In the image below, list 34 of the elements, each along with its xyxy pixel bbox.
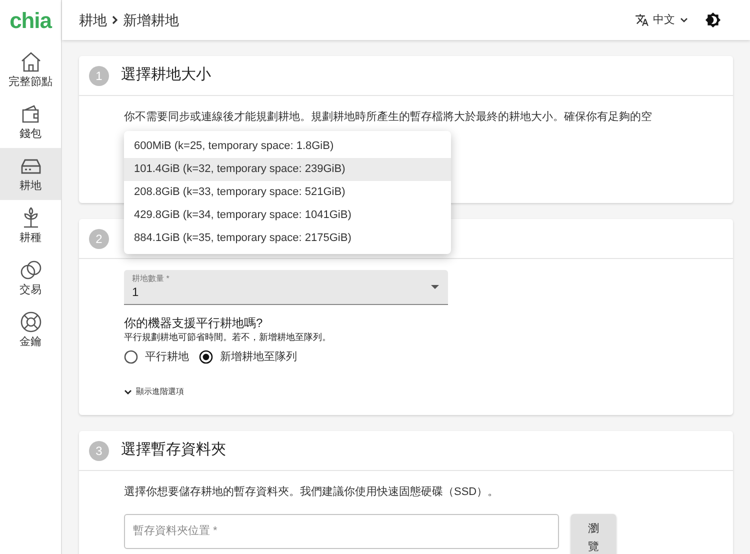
step-description: 你不需要同步或連線後才能規劃耕地。規劃耕地時所產生的暫存檔將大於最終的耕地大小。確保你有足夠的空: [123, 110, 653, 125]
advanced-options-toggle[interactable]: 顯示進階選項: [124, 386, 184, 398]
step-number: 1: [89, 66, 109, 86]
step-number: 3: [89, 440, 109, 460]
lifebuoy-icon: [18, 310, 42, 334]
breadcrumb-item: 新增耕地: [123, 10, 179, 30]
logo: chia: [10, 6, 52, 34]
step-title: 選擇耕地大小: [121, 65, 211, 86]
question-text: 你的機器支援平行耕地嗎?: [124, 316, 264, 331]
hint-text: 平行規劃耕地可節省時間。若不，新增耕地至隊列。: [124, 331, 332, 344]
chevron-down-icon: [679, 15, 689, 25]
sidebar-item[interactable]: 耕地: [0, 148, 61, 200]
breadcrumb-item[interactable]: 耕地: [79, 10, 107, 30]
menu-option[interactable]: 600MiB (k=25, temporary space: 1.8GiB): [124, 135, 451, 158]
menu-option[interactable]: 884.1GiB (k=35, temporary space: 2175GiB): [124, 227, 451, 250]
translate-icon: [635, 13, 649, 27]
plot-count-select[interactable]: 耕地數量 * 1: [124, 270, 448, 305]
radio-button[interactable]: [124, 350, 138, 364]
menu-option[interactable]: 208.8GiB (k=33, temporary space: 521GiB): [124, 181, 451, 204]
radio-button[interactable]: [199, 350, 213, 364]
chevron-right-icon: [111, 15, 119, 25]
chevron-down-icon: [124, 388, 132, 394]
step-title: 選擇暫存資料夾: [121, 440, 226, 460]
theme-toggle-button[interactable]: [705, 12, 721, 28]
browse-button[interactable]: 瀏覽: [571, 514, 616, 554]
language-button[interactable]: 中文: [633, 12, 691, 28]
radio-option[interactable]: 平行耕地: [124, 349, 189, 366]
folder-path-field[interactable]: 暫存資料夾位置 *: [124, 514, 559, 548]
step-description: 選擇你想要儲存耕地的暫存資料夾。我們建議你使用快速固態硬碟（SSD）。: [123, 484, 500, 500]
radio-option[interactable]: 新增耕地至隊列: [199, 349, 297, 366]
menu-option[interactable]: 101.4GiB (k=32, temporary space: 239GiB): [124, 158, 451, 181]
step-number: 2: [89, 228, 109, 248]
dropdown-arrow-icon: [431, 285, 439, 289]
menu-option[interactable]: 429.8GiB (k=34, temporary space: 1041GiB): [124, 204, 451, 227]
